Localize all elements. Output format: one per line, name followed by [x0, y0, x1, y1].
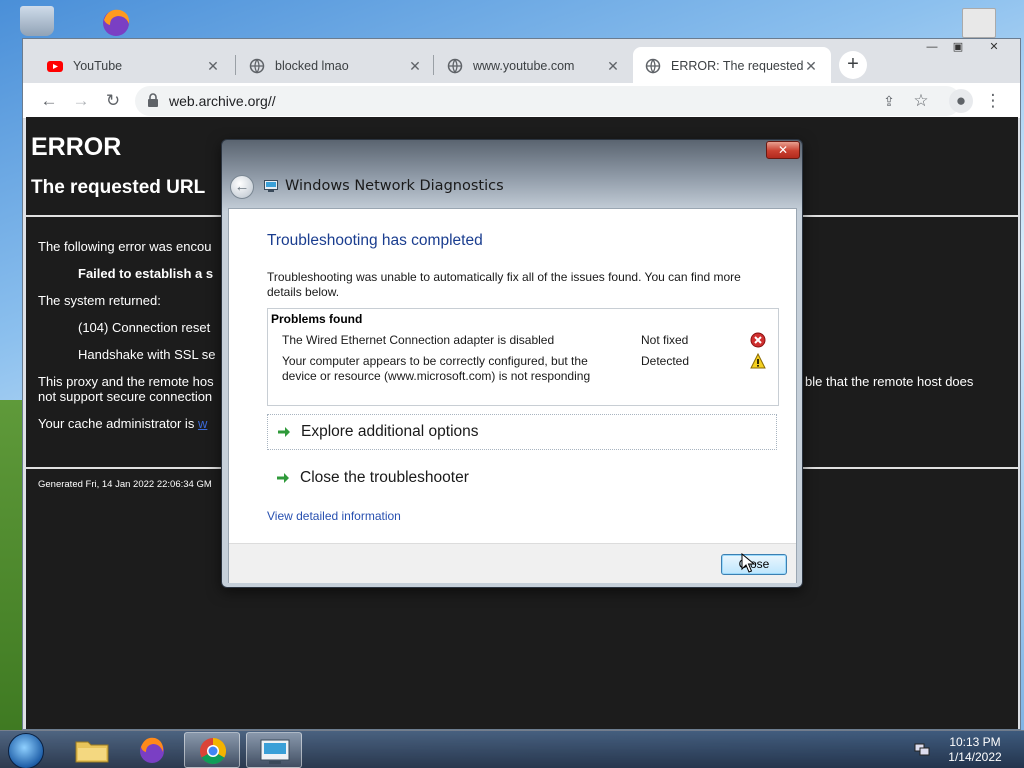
recycle-bin-icon[interactable] [20, 6, 54, 36]
green-arrow-icon [278, 427, 290, 437]
warning-icon [750, 353, 766, 369]
clock-time: 10:13 PM [949, 735, 1001, 749]
firefox-icon [140, 737, 164, 763]
problems-header: Problems found [271, 312, 363, 326]
error-text: Failed to establish a s [78, 266, 214, 281]
mouse-cursor-icon [741, 553, 755, 573]
clock-date: 1/14/2022 [948, 750, 1002, 764]
bookmark-star-icon[interactable]: ☆ [909, 89, 933, 113]
start-button[interactable] [8, 733, 44, 768]
generated-footer: Generated Fri, 14 Jan 2022 22:06:34 GM [38, 479, 212, 490]
tab-close-icon[interactable]: ✕ [205, 58, 221, 75]
problem-issue: Your computer appears to be correctly co… [282, 354, 591, 383]
chrome-icon [200, 737, 227, 765]
admin-email-link[interactable]: w [198, 416, 207, 431]
lock-icon [148, 93, 158, 107]
taskbar-firefox[interactable] [124, 732, 180, 768]
error-text: The system returned: [38, 293, 161, 308]
taskbar-explorer[interactable] [64, 732, 120, 768]
new-tab-button[interactable]: + [839, 51, 867, 79]
youtube-icon [47, 61, 63, 72]
maximize-icon[interactable]: ▣ [947, 39, 969, 57]
back-arrow-icon[interactable]: ← [37, 89, 61, 113]
window-close-icon[interactable]: ✕ [981, 39, 1007, 57]
network-tray-icon[interactable] [914, 741, 930, 757]
problem-issue: The Wired Ethernet Connection adapter is… [282, 333, 555, 347]
dialog-title: Windows Network Diagnostics [285, 178, 504, 194]
taskbar-network-diagnostics[interactable] [246, 732, 302, 768]
globe-icon [447, 58, 463, 74]
network-diagnostics-icon [264, 180, 278, 192]
page-subtitle: The requested URL [31, 177, 206, 198]
error-text: ble that the remote host does [805, 374, 974, 389]
dialog-content: Troubleshooting has completed Troublesho… [228, 208, 797, 583]
tab-title: ERROR: The requested U [671, 59, 803, 73]
back-arrow-icon[interactable]: ← [230, 175, 254, 199]
desktop-shortcut-icon[interactable] [962, 8, 996, 38]
reload-icon[interactable]: ↻ [101, 89, 125, 113]
error-text: The following error was encou [38, 239, 212, 254]
firefox-desktop-icon[interactable] [96, 6, 136, 38]
dialog-close-icon[interactable]: ✕ [766, 141, 800, 159]
page-title: ERROR [31, 133, 122, 161]
tab-separator [433, 55, 434, 75]
error-text: Your cache administrator is w [38, 416, 207, 431]
tab-separator [235, 55, 236, 75]
error-text: (104) Connection reset [78, 320, 211, 335]
url-text: web.archive.org// [169, 93, 276, 109]
profile-avatar-icon[interactable]: ● [949, 89, 973, 113]
folder-icon [75, 741, 109, 763]
tab-youtube[interactable]: YouTube ✕ [35, 47, 233, 85]
globe-icon [249, 58, 265, 74]
browser-toolbar: ← → ↻ web.archive.org// ⇪ ☆ ● ⋮ [23, 83, 1020, 119]
tab-close-icon[interactable]: ✕ [407, 58, 423, 75]
tab-youtube-com[interactable]: www.youtube.com ✕ [435, 47, 633, 85]
network-diagnostics-dialog: ✕ ← Windows Network Diagnostics Troubles… [221, 139, 803, 588]
view-detailed-info-link[interactable]: View detailed information [267, 509, 401, 523]
globe-icon [645, 58, 661, 74]
error-text: Handshake with SSL se [78, 347, 216, 362]
system-clock[interactable]: 10:13 PM 1/14/2022 [940, 735, 1010, 765]
error-text: Your cache administrator is [38, 416, 195, 431]
taskbar-chrome[interactable] [184, 732, 240, 768]
option-label: Explore additional options [301, 423, 479, 440]
tab-title: www.youtube.com [473, 59, 575, 73]
share-icon[interactable]: ⇪ [877, 89, 901, 113]
error-text: not support secure connection [38, 389, 213, 404]
minimize-icon[interactable]: — [921, 39, 943, 57]
menu-kebab-icon[interactable]: ⋮ [981, 89, 1005, 113]
dialog-footer: Close [229, 543, 796, 583]
problem-status: Not fixed [641, 333, 689, 347]
tab-blocked-lmao[interactable]: blocked lmao ✕ [237, 47, 435, 85]
problem-status: Detected [641, 354, 690, 368]
tab-error-active[interactable]: ERROR: The requested U ✕ [633, 47, 831, 85]
tab-close-icon[interactable]: ✕ [803, 58, 819, 75]
green-arrow-icon [277, 473, 289, 483]
dialog-heading: Troubleshooting has completed [267, 232, 483, 249]
tab-title: YouTube [73, 59, 123, 73]
error-icon [750, 332, 766, 348]
taskbar: 10:13 PM 1/14/2022 [0, 730, 1024, 768]
address-bar[interactable]: web.archive.org// [135, 86, 961, 116]
tab-close-icon[interactable]: ✕ [605, 58, 621, 75]
dialog-description: Troubleshooting was unable to automatica… [267, 270, 741, 299]
network-diagnostics-icon [260, 739, 290, 764]
tab-strip: YouTube ✕ blocked lmao ✕ www.youtube.com… [23, 39, 1020, 85]
problems-found-panel: Problems found The Wired Ethernet Connec… [267, 308, 779, 406]
close-troubleshooter-link[interactable]: Close the troubleshooter [267, 460, 777, 496]
error-text: This proxy and the remote hos [38, 374, 214, 389]
option-label: Close the troubleshooter [300, 469, 469, 486]
explore-options-link[interactable]: Explore additional options [267, 414, 777, 450]
tab-title: blocked lmao [275, 59, 349, 73]
forward-arrow-icon[interactable]: → [69, 89, 93, 113]
